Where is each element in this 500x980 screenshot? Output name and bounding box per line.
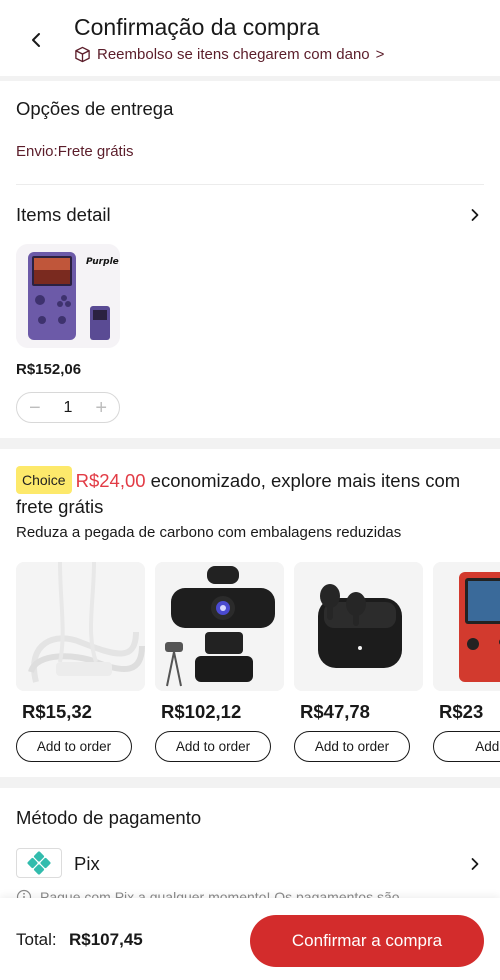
usb-cable-image [16,562,145,691]
product-image[interactable] [16,562,145,691]
add-to-order-button[interactable]: Add to order [155,731,271,762]
divider [16,184,484,185]
choice-headline: Choice R$24,00 economizado, explore mais … [16,466,486,520]
chevron-right-icon[interactable] [468,857,482,871]
package-icon [75,46,90,63]
payment-title: Método de pagamento [16,807,202,828]
variant-label: Purple [86,257,119,267]
product-price: R$102,12 [161,701,242,722]
confirm-purchase-button[interactable]: Confirmar a compra [250,915,484,967]
product-image[interactable] [433,562,500,691]
recommended-product[interactable]: R$15,32 Add to order [16,562,145,762]
increase-button[interactable]: + [95,398,107,418]
delivery-title: Opções de entrega [16,98,174,119]
recommended-product[interactable]: R$23 Add t [433,562,500,762]
refund-text: Reembolso se itens chegarem com dano [97,46,370,63]
recommended-product[interactable]: R$47,78 Add to order [294,562,423,762]
handheld-console-image [433,562,500,691]
product-price: R$152,06 [16,361,82,378]
choice-badge: Choice [16,466,72,494]
back-arrow-icon [32,33,40,47]
product-image[interactable]: Purple [16,244,120,348]
items-title: Items detail [16,204,111,225]
total-value: R$107,45 [69,930,143,949]
add-to-order-button[interactable]: Add to order [294,731,410,762]
product-image[interactable] [155,562,284,691]
section-separator [0,76,500,81]
add-to-order-button[interactable]: Add t [433,731,500,762]
product-price: R$23 [439,701,484,722]
handheld-console-image: Purple [16,244,120,348]
decrease-button[interactable]: − [29,398,41,418]
pix-icon [27,851,51,875]
webcam-image [155,562,284,691]
total-label: Total: [16,930,57,949]
top-bar: Confirmação da compra Reembolso se itens… [0,0,500,78]
checkout-footer: Total: R$107,45 Confirmar a compra [0,898,500,980]
recommended-product[interactable]: R$102,12 Add to order [155,562,284,762]
pix-logo [16,848,62,878]
quantity-value: 1 [63,398,73,416]
chevron-right-icon: > [375,46,385,63]
payment-method-label[interactable]: Pix [74,853,100,875]
carbon-note: Reduza a pegada de carbono com embalagen… [16,524,402,541]
quantity-stepper[interactable]: − 1 + [16,392,120,423]
saved-amount: R$24,00 [75,470,146,491]
back-button[interactable] [22,26,50,54]
section-separator [0,777,500,788]
section-separator [0,438,500,449]
refund-link[interactable]: Reembolso se itens chegarem com dano > [74,46,384,63]
earbuds-image [294,562,423,691]
product-price: R$15,32 [22,701,92,722]
chevron-right-icon[interactable] [468,208,482,222]
add-to-order-button[interactable]: Add to order [16,731,132,762]
product-image[interactable] [294,562,423,691]
page-title: Confirmação da compra [74,14,320,40]
product-price: R$47,78 [300,701,370,722]
shipping-option[interactable]: Envio:Frete grátis [16,143,134,160]
